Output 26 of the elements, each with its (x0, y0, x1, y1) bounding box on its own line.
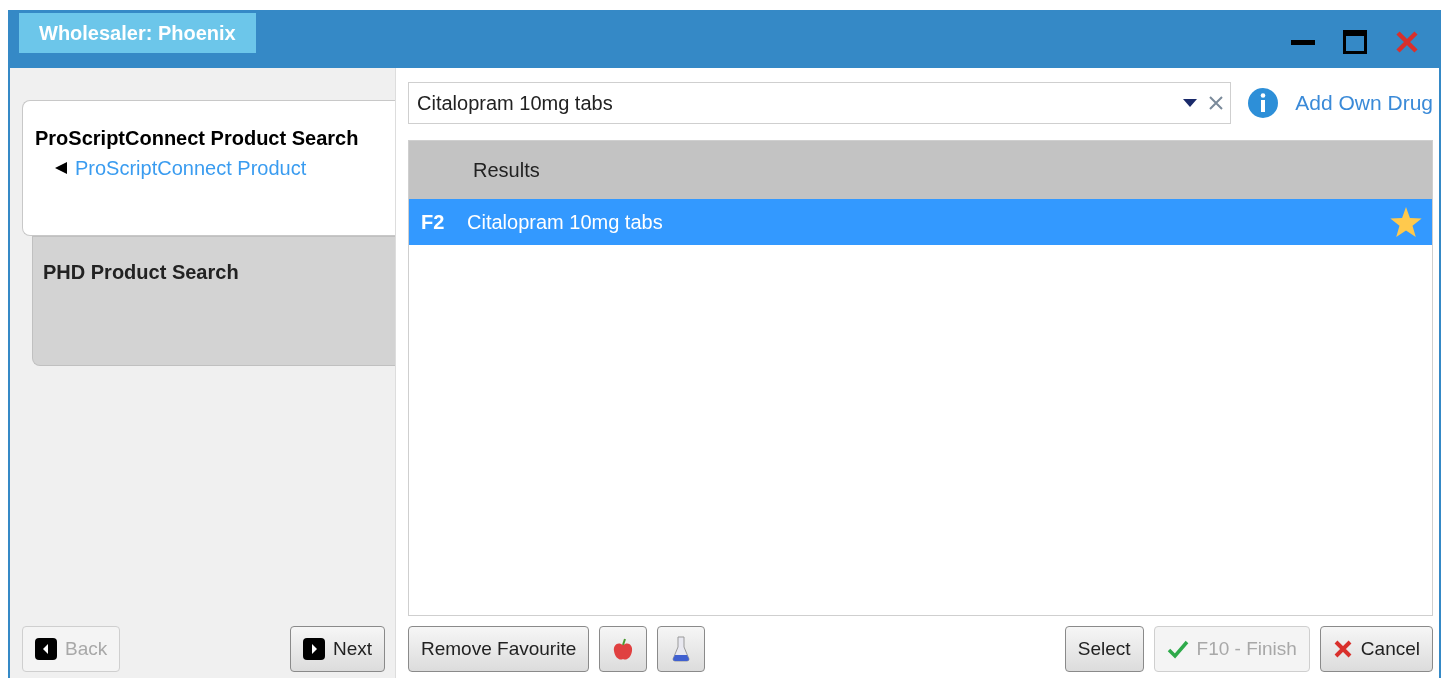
step-title: ProScriptConnect Product Search (35, 126, 360, 151)
close-icon (1332, 639, 1353, 659)
clear-icon[interactable] (1209, 96, 1224, 110)
search-field[interactable]: Citalopram 10mg tabs (408, 82, 1232, 124)
apple-button[interactable] (599, 626, 648, 672)
check-icon (1166, 639, 1189, 659)
flask-button[interactable] (657, 626, 706, 672)
dropdown-arrow-icon[interactable] (1183, 99, 1198, 107)
step-title: PHD Product Search (43, 260, 240, 285)
drug-name: Citalopram 10mg tabs (467, 210, 664, 235)
next-button[interactable]: Next (289, 626, 385, 672)
wizard-step[interactable]: PHD Product Search (32, 236, 395, 366)
select-button[interactable]: Select (1064, 626, 1144, 672)
results-header: Results (409, 141, 1432, 199)
maximize-button[interactable] (1343, 30, 1367, 54)
remove-favourite-button[interactable]: Remove Favourite (408, 626, 590, 672)
left-triangle-icon (55, 162, 67, 174)
wizard-step[interactable]: ProScriptConnect Product Search ProScriptConnect Product (22, 100, 395, 236)
add-own-drug-link[interactable]: Add Own Drug (1295, 87, 1433, 119)
apple-icon (612, 636, 635, 662)
flask-icon (671, 635, 692, 663)
cancel-button[interactable]: Cancel (1319, 626, 1433, 672)
window-title: Wholesaler: Phoenix (19, 13, 256, 53)
shortcut-key: F2 (421, 207, 467, 237)
star-icon[interactable] (1390, 207, 1422, 237)
info-icon[interactable] (1247, 87, 1280, 119)
